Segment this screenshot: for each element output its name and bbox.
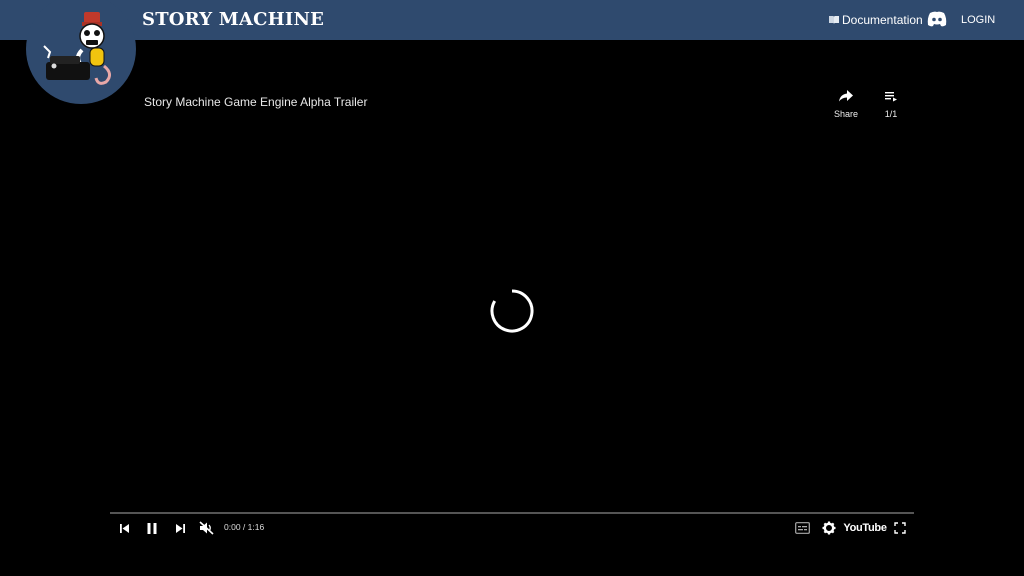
pause-button[interactable] [145,519,159,537]
pause-icon [147,522,157,534]
documentation-link[interactable]: Documentation [828,13,923,27]
documentation-label: Documentation [842,13,923,27]
skip-previous-icon [119,523,129,533]
next-button[interactable] [174,519,186,537]
gear-icon [822,521,835,535]
fullscreen-button[interactable] [893,519,907,537]
playlist-count: 1/1 [884,109,898,119]
skip-next-icon [175,523,185,533]
youtube-logo[interactable]: YouTube [843,519,887,537]
share-label: Share [833,109,859,119]
settings-button[interactable] [821,519,836,537]
login-link[interactable]: LOGIN [961,14,995,26]
volume-muted-icon [199,521,214,535]
discord-icon [927,11,947,27]
share-arrow-icon [839,90,853,102]
share-button[interactable]: Share [832,89,860,119]
video-title[interactable]: Story Machine Game Engine Alpha Trailer [144,95,367,109]
fullscreen-icon [894,522,906,534]
player-controls: 0:00 / 1:16 YouTube [110,516,914,540]
mute-button[interactable] [198,519,216,537]
book-icon [829,16,839,24]
time-display: 0:00 / 1:16 [224,522,265,532]
playlist-icon [885,92,897,102]
discord-link[interactable] [926,10,948,28]
loading-spinner-icon [489,288,535,334]
story-machine-logo[interactable] [26,0,136,104]
monkey-typewriter-icon [43,12,111,85]
playlist-button[interactable]: 1/1 [879,89,903,119]
previous-button[interactable] [118,519,130,537]
subtitles-button[interactable] [794,519,810,537]
progress-bar[interactable] [110,512,914,514]
brand-title[interactable]: STORY MACHINE [142,9,324,30]
captions-icon [794,522,810,534]
